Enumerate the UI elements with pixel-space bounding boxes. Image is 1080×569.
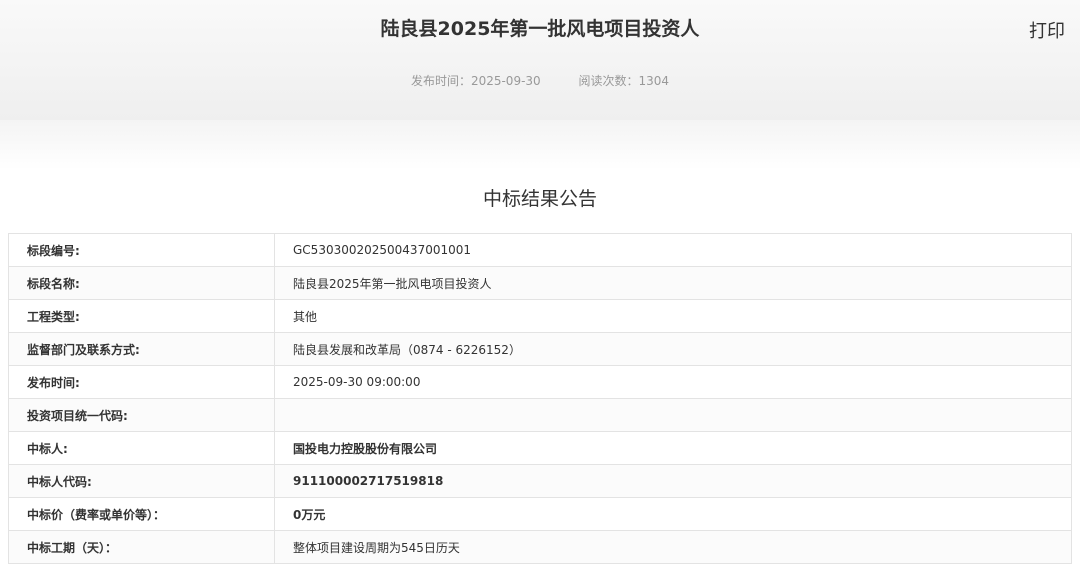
table-row: 标段编号: GC530300202500437001001 [8, 233, 1072, 267]
table-row: 投资项目统一代码: [8, 398, 1072, 432]
row-value: 其他 [274, 299, 1072, 333]
print-button[interactable]: 打印 [1029, 17, 1065, 43]
row-label: 标段编号: [8, 233, 275, 267]
section-title: 中标结果公告 [482, 188, 597, 210]
row-value: 陆良县发展和改革局（0874 - 6226152） [274, 332, 1072, 366]
row-label: 标段名称: [8, 266, 275, 300]
page-header: 陆良县2025年第一批风电项目投资人 打印 发布时间：2025-09-30 阅读… [0, 0, 1080, 120]
table-row: 监督部门及联系方式: 陆良县发展和改革局（0874 - 6226152） [8, 332, 1072, 366]
table-row: 中标工期（天）： 整体项目建设周期为545日历天 [8, 530, 1072, 564]
publish-time: 发布时间：2025-09-30 [410, 74, 541, 88]
row-label: 发布时间: [8, 365, 275, 399]
row-label: 工程类型: [8, 299, 275, 333]
row-value: 整体项目建设周期为545日历天 [274, 530, 1072, 564]
page-title: 陆良县2025年第一批风电项目投资人 [380, 18, 700, 40]
row-label: 中标价（费率或单价等）： [8, 497, 275, 531]
table-row: 标段名称: 陆良县2025年第一批风电项目投资人 [8, 266, 1072, 300]
row-value: 陆良县2025年第一批风电项目投资人 [274, 266, 1072, 300]
row-label: 中标人代码: [8, 464, 275, 498]
table-row: 中标价（费率或单价等）： 0万元 [8, 497, 1072, 531]
bid-result-table: 标段编号: GC530300202500437001001 标段名称: 陆良县2… [8, 233, 1072, 564]
row-label: 中标工期（天）： [8, 530, 275, 564]
row-value: 国投电力控股股份有限公司 [274, 431, 1072, 465]
row-label: 中标人: [8, 431, 275, 465]
row-value [274, 398, 1072, 432]
row-label: 投资项目统一代码: [8, 398, 275, 432]
table-row: 中标人代码: 911100002717519818 [8, 464, 1072, 498]
table-row: 工程类型: 其他 [8, 299, 1072, 333]
table-row: 中标人: 国投电力控股股份有限公司 [8, 431, 1072, 465]
table-row: 发布时间: 2025-09-30 09:00:00 [8, 365, 1072, 399]
article-meta: 发布时间：2025-09-30 阅读次数：1304 [0, 72, 1080, 89]
row-value: 2025-09-30 09:00:00 [274, 365, 1072, 399]
read-count: 阅读次数：1304 [578, 74, 670, 88]
header-fade [0, 120, 1080, 170]
row-value: 911100002717519818 [274, 464, 1072, 498]
row-value: GC530300202500437001001 [274, 233, 1072, 267]
row-value: 0万元 [274, 497, 1072, 531]
row-label: 监督部门及联系方式: [8, 332, 275, 366]
